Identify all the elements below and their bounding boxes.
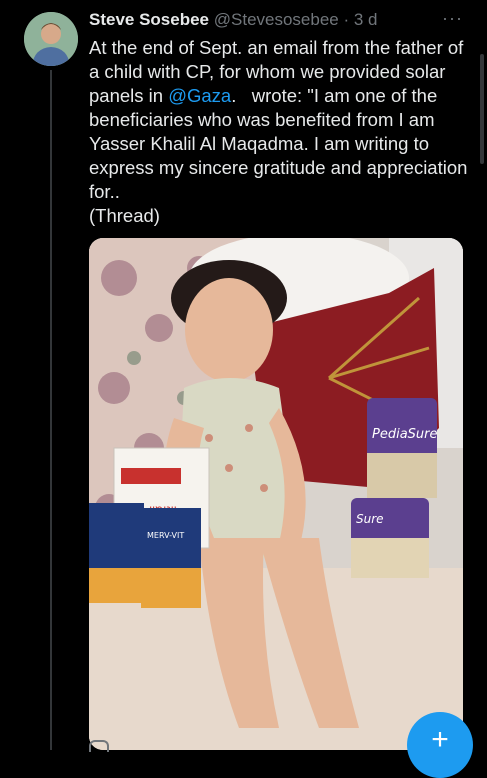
mention-link[interactable]: @Gaza — [168, 85, 231, 106]
tweet-time[interactable]: 3 d — [354, 10, 378, 29]
meta-separator: · — [338, 10, 354, 29]
tweet-photo[interactable]: ויטמין MERV-VIT PediaSure Sure — [89, 238, 463, 750]
scrollbar[interactable] — [480, 54, 484, 164]
avatar[interactable] — [24, 12, 78, 66]
tweet-text-part-2: . wrote: "I am one of the beneficiaries … — [89, 85, 468, 226]
can-label-left: PediaSure — [372, 427, 438, 442]
thread-line — [50, 70, 52, 750]
tweet-header: Steve Sosebee @Stevesosebee · 3 d — [89, 9, 457, 31]
more-horizontal-icon[interactable]: ··· — [442, 8, 463, 29]
can-label-right: Sure — [356, 512, 384, 526]
compose-plus-icon[interactable]: + — [407, 712, 473, 778]
reply-icon[interactable] — [89, 740, 109, 752]
photo-illustration: ויטמין MERV-VIT PediaSure Sure — [89, 238, 463, 750]
author-handle[interactable]: @Stevesosebee — [214, 10, 339, 29]
author-name[interactable]: Steve Sosebee — [89, 10, 209, 29]
tweet-text: At the end of Sept. an email from the fa… — [89, 36, 469, 228]
avatar-image — [24, 12, 78, 66]
small-box-label: MERV-VIT — [147, 531, 184, 540]
